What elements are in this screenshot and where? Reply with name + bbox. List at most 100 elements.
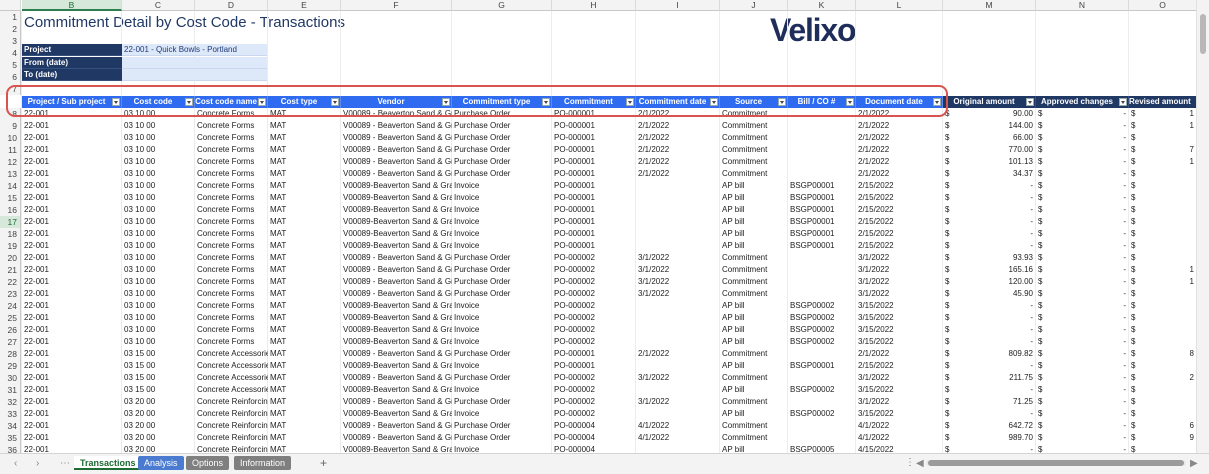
table-cell[interactable]: V00089-Beaverton Sand & Gravel bbox=[341, 180, 452, 192]
table-cell[interactable]: Invoice bbox=[452, 240, 552, 252]
amount-cell[interactable]: - bbox=[1046, 108, 1129, 120]
table-cell[interactable]: 03 20 00 bbox=[122, 432, 195, 444]
amount-cell[interactable]: 144.00 bbox=[953, 120, 1036, 132]
amount-cell[interactable] bbox=[1139, 228, 1197, 240]
table-cell[interactable]: PO-000002 bbox=[552, 396, 636, 408]
table-cell[interactable]: Concrete Forms bbox=[195, 204, 268, 216]
table-cell[interactable]: V00089-Beaverton Sand & Gravel bbox=[341, 444, 452, 453]
table-cell[interactable]: AP bill bbox=[720, 444, 788, 453]
filter-dropdown-icon[interactable] bbox=[1119, 98, 1127, 106]
param-value[interactable]: 22-001 - Quick Bowls - Portland bbox=[122, 44, 267, 56]
table-cell[interactable]: 2/1/2022 bbox=[856, 348, 943, 360]
amount-cell[interactable]: - bbox=[953, 336, 1036, 348]
amount-cell[interactable]: 6 bbox=[1139, 420, 1197, 432]
table-cell[interactable]: 03 10 00 bbox=[122, 324, 195, 336]
table-cell[interactable] bbox=[788, 348, 856, 360]
table-cell[interactable]: Commitment bbox=[720, 120, 788, 132]
table-cell[interactable]: Concrete Reinforcing bbox=[195, 444, 268, 453]
amount-cell[interactable] bbox=[1139, 252, 1197, 264]
table-cell[interactable]: V00089 - Beaverton Sand & Gravel bbox=[341, 288, 452, 300]
amount-cell[interactable]: - bbox=[1046, 408, 1129, 420]
table-cell[interactable]: V00089 - Beaverton Sand & Gravel bbox=[341, 348, 452, 360]
param-value[interactable] bbox=[122, 69, 267, 81]
table-cell[interactable]: 03 10 00 bbox=[122, 144, 195, 156]
table-cell[interactable]: V00089 - Beaverton Sand & Gravel bbox=[341, 372, 452, 384]
amount-cell[interactable] bbox=[1139, 408, 1197, 420]
table-cell[interactable]: Purchase Order bbox=[452, 348, 552, 360]
amount-cell[interactable]: - bbox=[1046, 312, 1129, 324]
table-cell[interactable]: PO-000002 bbox=[552, 336, 636, 348]
table-cell[interactable]: Concrete Forms bbox=[195, 312, 268, 324]
table-cell[interactable]: 2/15/2022 bbox=[856, 204, 943, 216]
table-cell[interactable]: Invoice bbox=[452, 204, 552, 216]
table-cell[interactable]: MAT bbox=[268, 204, 341, 216]
table-cell[interactable]: BSGP00001 bbox=[788, 216, 856, 228]
amount-cell[interactable]: - bbox=[1046, 324, 1129, 336]
table-cell[interactable]: Concrete Forms bbox=[195, 216, 268, 228]
filter-dropdown-icon[interactable] bbox=[185, 98, 193, 106]
table-cell[interactable] bbox=[788, 132, 856, 144]
table-cell[interactable]: Concrete Forms bbox=[195, 288, 268, 300]
table-cell[interactable]: PO-000002 bbox=[552, 276, 636, 288]
scroll-right-icon[interactable]: ▶ bbox=[1190, 458, 1198, 469]
amount-cell[interactable]: 1 bbox=[1139, 120, 1197, 132]
table-cell[interactable] bbox=[788, 168, 856, 180]
table-cell[interactable]: 2/1/2022 bbox=[636, 120, 720, 132]
row-header[interactable]: 2 bbox=[0, 23, 21, 35]
select-all-corner[interactable] bbox=[0, 0, 21, 11]
table-cell[interactable]: Concrete Reinforcing bbox=[195, 396, 268, 408]
table-cell[interactable]: V00089 - Beaverton Sand & Gravel bbox=[341, 168, 452, 180]
table-cell[interactable]: PO-000004 bbox=[552, 444, 636, 453]
column-header-commitment[interactable]: Commitment bbox=[552, 96, 636, 108]
amount-cell[interactable]: - bbox=[1046, 120, 1129, 132]
table-cell[interactable] bbox=[788, 264, 856, 276]
row-header[interactable]: 7 bbox=[0, 83, 21, 95]
table-cell[interactable]: V00089-Beaverton Sand & Gravel bbox=[341, 216, 452, 228]
filter-dropdown-icon[interactable] bbox=[1026, 98, 1034, 106]
table-cell[interactable]: PO-000001 bbox=[552, 168, 636, 180]
table-cell[interactable]: BSGP00001 bbox=[788, 228, 856, 240]
table-cell[interactable]: 03 10 00 bbox=[122, 120, 195, 132]
vertical-scroll-thumb[interactable] bbox=[1200, 14, 1206, 54]
table-cell[interactable]: MAT bbox=[268, 240, 341, 252]
table-cell[interactable] bbox=[788, 108, 856, 120]
amount-cell[interactable]: - bbox=[953, 324, 1036, 336]
table-cell[interactable]: V00089 - Beaverton Sand & Gravel bbox=[341, 108, 452, 120]
table-cell[interactable]: 3/15/2022 bbox=[856, 312, 943, 324]
amount-cell[interactable]: - bbox=[1046, 276, 1129, 288]
table-cell[interactable] bbox=[788, 276, 856, 288]
table-cell[interactable]: Invoice bbox=[452, 216, 552, 228]
table-cell[interactable]: 3/15/2022 bbox=[856, 324, 943, 336]
table-cell[interactable]: 22-001 bbox=[22, 408, 122, 420]
filter-dropdown-icon[interactable] bbox=[112, 98, 120, 106]
table-cell[interactable]: MAT bbox=[268, 144, 341, 156]
table-cell[interactable]: BSGP00002 bbox=[788, 336, 856, 348]
table-cell[interactable]: MAT bbox=[268, 324, 341, 336]
column-header-b[interactable]: B bbox=[22, 0, 122, 11]
table-cell[interactable]: Concrete Forms bbox=[195, 228, 268, 240]
table-cell[interactable]: Purchase Order bbox=[452, 252, 552, 264]
amount-cell[interactable]: 642.72 bbox=[953, 420, 1036, 432]
amount-cell[interactable]: 165.16 bbox=[953, 264, 1036, 276]
table-cell[interactable]: V00089-Beaverton Sand & Gravel bbox=[341, 192, 452, 204]
table-cell[interactable]: 03 10 00 bbox=[122, 180, 195, 192]
table-cell[interactable]: MAT bbox=[268, 432, 341, 444]
table-cell[interactable]: MAT bbox=[268, 360, 341, 372]
table-cell[interactable]: Concrete Forms bbox=[195, 180, 268, 192]
column-header-cost-type[interactable]: Cost type bbox=[268, 96, 341, 108]
amount-cell[interactable]: - bbox=[953, 240, 1036, 252]
table-cell[interactable]: Concrete Accessories bbox=[195, 384, 268, 396]
amount-cell[interactable]: 2 bbox=[1139, 372, 1197, 384]
table-cell[interactable]: V00089-Beaverton Sand & Gravel bbox=[341, 312, 452, 324]
table-cell[interactable]: 03 15 00 bbox=[122, 384, 195, 396]
table-cell[interactable] bbox=[636, 228, 720, 240]
table-cell[interactable]: 4/1/2022 bbox=[856, 420, 943, 432]
table-cell[interactable]: AP bill bbox=[720, 192, 788, 204]
amount-cell[interactable]: - bbox=[1046, 156, 1129, 168]
table-cell[interactable]: 03 20 00 bbox=[122, 408, 195, 420]
table-cell[interactable]: Concrete Forms bbox=[195, 300, 268, 312]
filter-dropdown-icon[interactable] bbox=[710, 98, 718, 106]
amount-cell[interactable]: - bbox=[953, 444, 1036, 453]
table-cell[interactable]: 03 10 00 bbox=[122, 288, 195, 300]
column-header-g[interactable]: G bbox=[452, 0, 552, 11]
